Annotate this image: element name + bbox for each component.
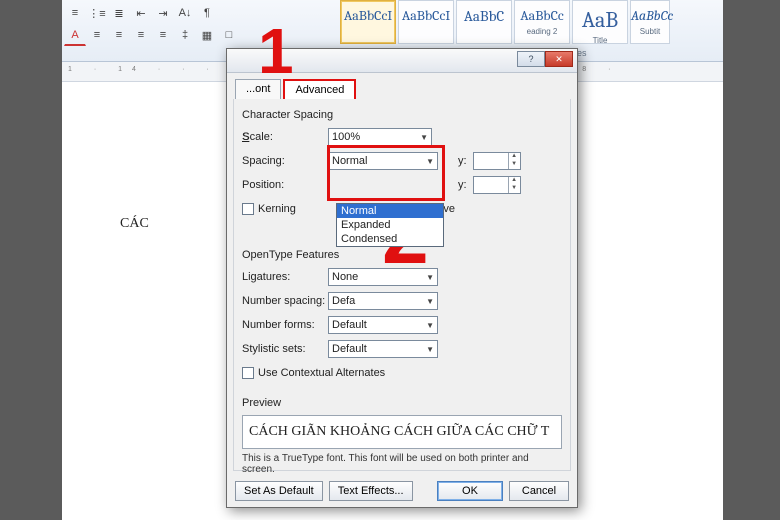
borders-icon[interactable]: □ (218, 24, 240, 46)
dialog-titlebar[interactable]: ? ✕ (227, 49, 577, 73)
spacing-option-normal[interactable]: Normal (337, 204, 443, 218)
style-tile-subtitle[interactable]: AaBbCc Subtit (630, 0, 670, 44)
justify-icon[interactable]: ≡ (152, 24, 174, 46)
indent-inc-icon[interactable]: ⇥ (152, 2, 174, 24)
align-left-icon[interactable]: ≡ (86, 24, 108, 46)
kerning-checkbox[interactable]: Kerning (242, 203, 296, 215)
tab-advanced[interactable]: Advanced (283, 79, 356, 101)
multilevel-icon[interactable]: ≣ (108, 2, 130, 24)
style-tile-h1[interactable]: AaBbC (456, 0, 512, 44)
chevron-down-icon: ▼ (426, 321, 434, 330)
cancel-button[interactable]: Cancel (509, 481, 569, 501)
spacing-option-expanded[interactable]: Expanded (337, 218, 443, 232)
number-forms-label: Number forms: (242, 319, 328, 331)
chevron-down-icon: ▼ (426, 297, 434, 306)
bullets-icon[interactable]: ≡ (64, 2, 86, 24)
style-tile-title[interactable]: AaB Title (572, 0, 628, 44)
sort-icon[interactable]: A↓ (174, 2, 196, 24)
stylistic-sets-combo[interactable]: Default▼ (328, 340, 438, 358)
numbering-icon[interactable]: ⋮≡ (86, 2, 108, 24)
number-spacing-combo[interactable]: Defa▼ (328, 292, 438, 310)
font-dialog: ? ✕ ...ont Advanced Character Spacing SS… (226, 48, 578, 508)
ligatures-label: Ligatures: (242, 271, 328, 283)
group-char-spacing: Character Spacing (242, 109, 562, 121)
position-by-label: y: (458, 179, 467, 191)
truetype-hint: This is a TrueType font. This font will … (242, 453, 562, 475)
contextual-alt-checkbox[interactable]: Use Contextual Alternates (242, 367, 385, 379)
font-color-icon[interactable]: A (64, 24, 86, 46)
chevron-down-icon: ▼ (426, 345, 434, 354)
close-button[interactable]: ✕ (545, 51, 573, 67)
scale-combo[interactable]: 100%▼ (328, 128, 432, 146)
spacing-combo[interactable]: Normal▼ (328, 152, 438, 170)
position-by-spinner[interactable]: ▲▼ (473, 176, 521, 194)
spacing-by-spinner[interactable]: ▲▼ (473, 152, 521, 170)
by-label: y: (458, 155, 467, 167)
app-window: ≡ ⋮≡ ≣ ⇤ ⇥ A↓ ¶ A ≡ ≡ ≡ ≡ ‡ ▦ □ AaBbCcI … (62, 0, 723, 520)
set-default-button[interactable]: Set As Default (235, 481, 323, 501)
tab-font[interactable]: ...ont (235, 79, 281, 101)
spacing-option-condensed[interactable]: Condensed (337, 232, 443, 246)
dialog-body: Character Spacing SScale: 100%▼ Spacing:… (233, 99, 571, 471)
line-spacing-icon[interactable]: ‡ (174, 24, 196, 46)
style-tile-nospace[interactable]: AaBbCcI (398, 0, 454, 44)
number-forms-combo[interactable]: Default▼ (328, 316, 438, 334)
styles-gallery[interactable]: AaBbCcI AaBbCcI AaBbC AaBbCc eading 2 Aa… (340, 0, 670, 44)
paragraph-mark-icon[interactable]: ¶ (196, 2, 218, 24)
align-center-icon[interactable]: ≡ (108, 24, 130, 46)
text-effects-button[interactable]: Text Effects... (329, 481, 413, 501)
style-tile-normal[interactable]: AaBbCcI (340, 0, 396, 44)
group-opentype: OpenType Features (242, 249, 562, 261)
ok-button[interactable]: OK (437, 481, 503, 501)
preview-label: Preview (242, 397, 562, 409)
spacing-label: Spacing: (242, 155, 328, 167)
document-text: CÁC (120, 216, 149, 232)
spacing-dropdown-list[interactable]: Normal Expanded Condensed (336, 203, 444, 247)
style-tile-h2[interactable]: AaBbCc eading 2 (514, 0, 570, 44)
chevron-down-icon: ▼ (426, 273, 434, 282)
chevron-down-icon: ▼ (426, 157, 434, 166)
indent-dec-icon[interactable]: ⇤ (130, 2, 152, 24)
stylistic-sets-label: Stylistic sets: (242, 343, 328, 355)
ligatures-combo[interactable]: None▼ (328, 268, 438, 286)
preview-box: CÁCH GIÃN KHOẢNG CÁCH GIỮA CÁC CHỮ T (242, 415, 562, 449)
position-label: Position: (242, 179, 328, 191)
align-right-icon[interactable]: ≡ (130, 24, 152, 46)
chevron-down-icon: ▼ (420, 133, 428, 142)
number-spacing-label: Number spacing: (242, 295, 328, 307)
scale-label: SScale: (242, 131, 328, 143)
shading-icon[interactable]: ▦ (196, 24, 218, 46)
help-button[interactable]: ? (517, 51, 545, 67)
